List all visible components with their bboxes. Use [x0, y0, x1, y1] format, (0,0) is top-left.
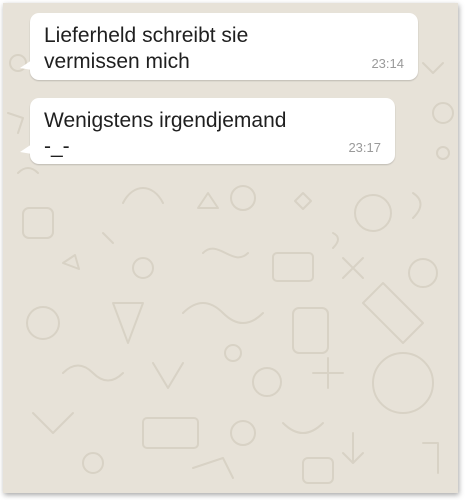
chat-window: Lieferheld schreibt sie vermissen mich 2… — [3, 3, 458, 493]
message-text: Lieferheld schreibt sie vermissen mich — [44, 24, 249, 73]
message-bubble[interactable]: Lieferheld schreibt sie vermissen mich 2… — [20, 13, 418, 80]
bubble-tail — [20, 60, 32, 70]
message-bubble[interactable]: Wenigstens irgendjemand -_- 23:17 — [20, 98, 395, 164]
message-timestamp: 23:14 — [371, 56, 404, 71]
message-timestamp: 23:17 — [348, 140, 381, 155]
bubble-tail — [20, 144, 32, 154]
message-text: Wenigstens irgendjemand -_- — [44, 109, 287, 158]
